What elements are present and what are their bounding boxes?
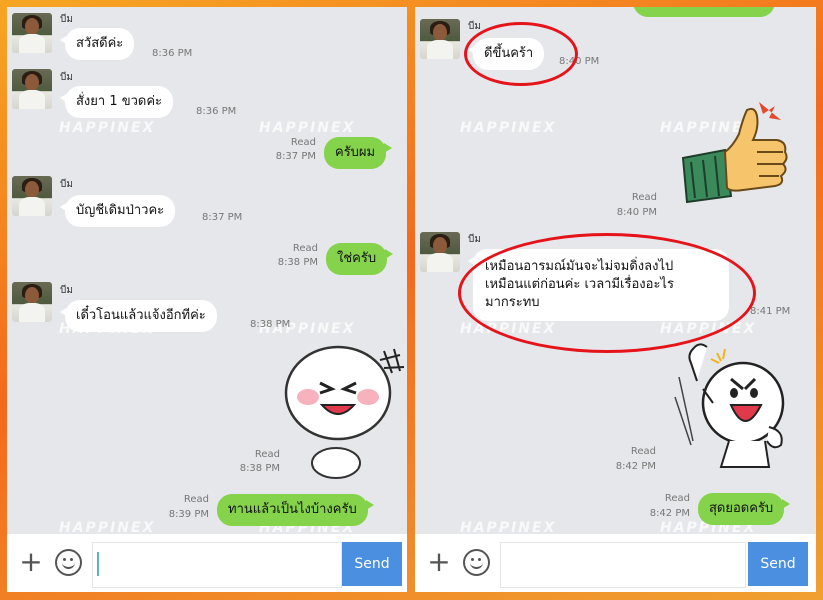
avatar[interactable]	[420, 232, 460, 272]
avatar[interactable]	[12, 69, 52, 109]
chat-panel-right: HAPPINEX HAPPINEX HAPPINEX HAPPINEX HAPP…	[415, 7, 816, 592]
message-time: 8:38 PM	[239, 463, 280, 474]
read-receipt: Read	[630, 446, 656, 457]
avatar[interactable]	[12, 282, 52, 322]
cheering-bun-sticker[interactable]	[673, 341, 803, 471]
message-input[interactable]	[500, 542, 746, 588]
avatar[interactable]	[12, 13, 52, 53]
message-bubble-outgoing[interactable]	[633, 7, 775, 17]
message-time: 8:37 PM	[275, 151, 316, 162]
sender-name: บีม	[60, 72, 73, 83]
message-time: 8:38 PM	[277, 257, 318, 268]
watermark: HAPPINEX	[460, 120, 557, 136]
chat-panel-left: HAPPINEX HAPPINEX HAPPINEX HAPPINEX HAPP…	[7, 7, 407, 592]
watermark: HAPPINEX	[59, 120, 156, 136]
message-bubble-outgoing[interactable]: สุดยอดครับ	[698, 493, 791, 525]
read-receipt: Read	[290, 137, 316, 148]
message-bubble-outgoing[interactable]: ครับผม	[324, 137, 393, 169]
emoji-icon[interactable]	[55, 549, 82, 576]
highlight-ring	[458, 233, 756, 353]
message-time: 8:36 PM	[196, 106, 237, 117]
laughing-bun-sticker[interactable]	[280, 345, 407, 480]
message-bubble-outgoing[interactable]: ใช่ครับ	[326, 243, 394, 275]
message-time: 8:42 PM	[649, 508, 690, 519]
read-receipt: Read	[292, 243, 318, 254]
avatar[interactable]	[12, 176, 52, 216]
message-bubble-incoming[interactable]: สวัสดีค่ะ	[59, 28, 135, 60]
sender-name: บีม	[60, 14, 73, 25]
thumbs-up-sticker[interactable]	[681, 100, 801, 210]
plus-icon[interactable]: +	[17, 548, 45, 576]
message-composer: + Send	[7, 534, 407, 592]
message-time: 8:37 PM	[202, 212, 243, 223]
message-time: 8:39 PM	[168, 509, 209, 520]
sender-name: บีม	[60, 179, 73, 190]
plus-icon[interactable]: +	[425, 548, 453, 576]
message-time: 8:42 PM	[615, 461, 656, 472]
message-input[interactable]	[92, 542, 342, 588]
watermark: HAPPINEX	[259, 120, 356, 136]
send-button[interactable]: Send	[342, 542, 402, 586]
message-time: 8:38 PM	[250, 319, 291, 330]
read-receipt: Read	[631, 192, 657, 203]
message-time: 8:41 PM	[750, 306, 791, 317]
message-time: 8:40 PM	[616, 207, 657, 218]
sender-name: บีม	[468, 234, 481, 245]
message-bubble-incoming[interactable]: เดี๋วโอนแล้วแจ้งอีกทีค่ะ	[60, 300, 217, 332]
send-button[interactable]: Send	[748, 542, 808, 586]
read-receipt: Read	[254, 449, 280, 460]
emoji-icon[interactable]	[463, 549, 490, 576]
message-time: 8:36 PM	[152, 48, 193, 59]
sender-name: บีม	[60, 285, 73, 296]
message-bubble-incoming[interactable]: สั่งยา 1 ขวดค่ะ	[59, 86, 174, 118]
read-receipt: Read	[664, 493, 690, 504]
avatar[interactable]	[420, 19, 460, 59]
message-bubble-incoming[interactable]: บัญชีเดิมป่าวคะ	[59, 195, 176, 227]
highlight-ring	[464, 22, 578, 86]
message-composer: + Send	[415, 534, 816, 592]
read-receipt: Read	[183, 494, 209, 505]
message-bubble-outgoing[interactable]: ทานแล้วเป็นไงบ้างครับ	[217, 494, 374, 526]
